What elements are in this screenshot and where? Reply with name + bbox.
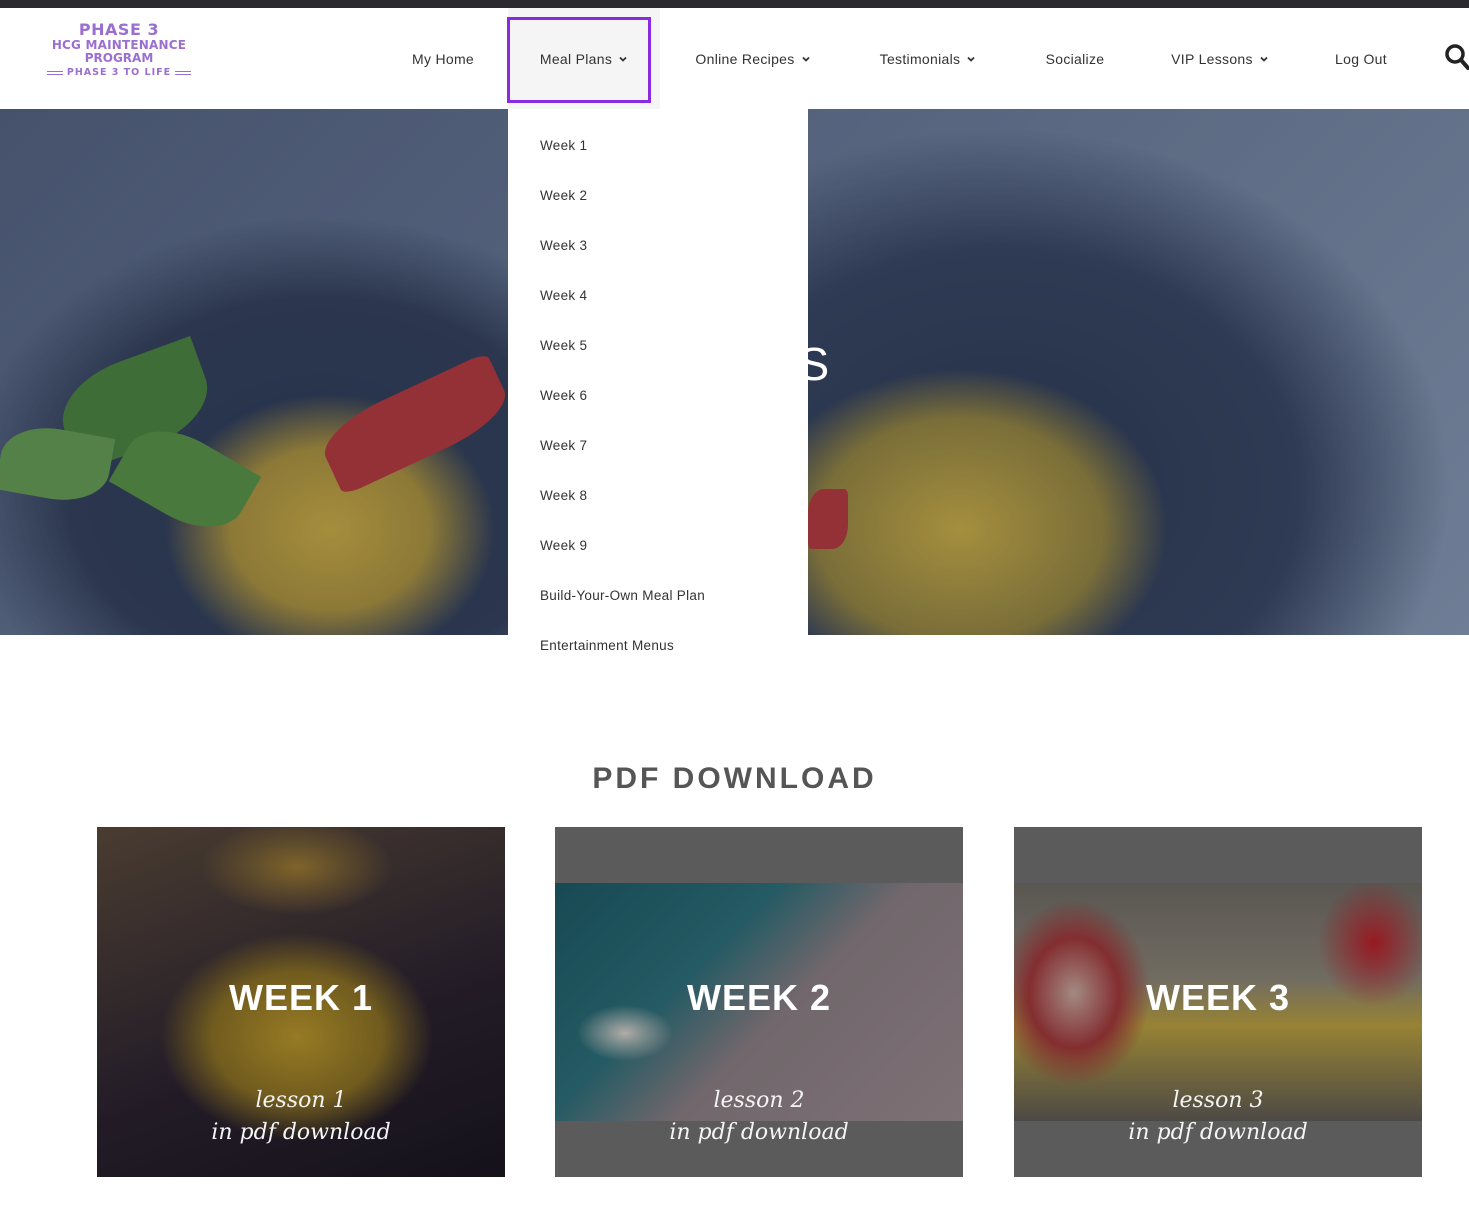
nav-label: Online Recipes bbox=[695, 50, 795, 67]
nav-label: VIP Lessons bbox=[1171, 50, 1253, 67]
nav-socialize[interactable]: Socialize bbox=[1030, 8, 1120, 109]
top-bar bbox=[0, 0, 1469, 8]
week-3-card[interactable]: WEEK 3 lesson 3 in pdf download bbox=[1014, 827, 1422, 1177]
card-lesson-text: lesson 3 in pdf download bbox=[1014, 1085, 1422, 1149]
card-week-title: WEEK 3 bbox=[1145, 977, 1291, 1018]
logo-line-2: HCG MAINTENANCE bbox=[51, 38, 187, 52]
week-2-card[interactable]: WEEK 2 lesson 2 in pdf download bbox=[555, 827, 963, 1177]
logo-line-1: PHASE 3 bbox=[78, 20, 160, 39]
week-1-card[interactable]: WEEK 1 lesson 1 in pdf download bbox=[97, 827, 505, 1177]
card-lesson-text: lesson 2 in pdf download bbox=[555, 1085, 963, 1149]
nav-my-home[interactable]: My Home bbox=[396, 8, 490, 109]
logo-tagline: PHASE 3 TO LIFE bbox=[44, 66, 194, 79]
dropdown-item-week-3[interactable]: Week 3 bbox=[540, 238, 587, 253]
dropdown-item-week-5[interactable]: Week 5 bbox=[540, 338, 587, 353]
dropdown-item-week-2[interactable]: Week 2 bbox=[540, 188, 587, 203]
nav-vip-lessons[interactable]: VIP Lessons bbox=[1156, 8, 1284, 109]
card-lesson-line-1: lesson 2 bbox=[713, 1088, 805, 1113]
dropdown-item-entertainment-menus[interactable]: Entertainment Menus bbox=[540, 638, 674, 653]
pdf-download-heading: PDF DOWNLOAD bbox=[592, 762, 877, 795]
logo-divider-right bbox=[175, 70, 192, 75]
nav-log-out[interactable]: Log Out bbox=[1320, 8, 1402, 109]
card-lesson-line-2: in pdf download bbox=[211, 1120, 391, 1145]
search-icon[interactable] bbox=[1444, 42, 1469, 72]
nav-online-recipes[interactable]: Online Recipes bbox=[680, 8, 826, 109]
chevron-down-icon bbox=[1260, 56, 1268, 62]
dropdown-item-week-4[interactable]: Week 4 bbox=[540, 288, 587, 303]
nav-label: Testimonials bbox=[879, 50, 961, 67]
nav-label: Log Out bbox=[1335, 50, 1387, 67]
dropdown-item-week-9[interactable]: Week 9 bbox=[540, 538, 587, 553]
logo-line-4: PHASE 3 TO LIFE bbox=[66, 67, 172, 78]
basil-leaf-image bbox=[0, 419, 116, 509]
dropdown-item-week-1[interactable]: Week 1 bbox=[540, 138, 587, 153]
card-lesson-line-2: in pdf download bbox=[1128, 1120, 1308, 1145]
logo-divider-left bbox=[46, 70, 63, 75]
card-week-title: WEEK 1 bbox=[228, 977, 374, 1018]
chevron-down-icon bbox=[967, 56, 975, 62]
card-lesson-line-1: lesson 3 bbox=[1172, 1088, 1264, 1113]
nav-testimonials[interactable]: Testimonials bbox=[862, 8, 994, 109]
site-logo[interactable]: PHASE 3 HCG MAINTENANCE PROGRAM PHASE 3 … bbox=[44, 22, 194, 79]
card-lesson-text: lesson 1 in pdf download bbox=[97, 1085, 505, 1149]
chevron-down-icon bbox=[801, 56, 810, 62]
nav-label: My Home bbox=[412, 50, 474, 67]
pepper-image bbox=[808, 489, 848, 549]
pepper-image bbox=[314, 352, 516, 496]
meal-plans-highlight bbox=[507, 17, 651, 103]
dropdown-item-build-your-own[interactable]: Build-Your-Own Meal Plan bbox=[540, 588, 705, 603]
card-week-title: WEEK 2 bbox=[686, 977, 832, 1018]
dropdown-item-week-6[interactable]: Week 6 bbox=[540, 388, 587, 403]
card-lesson-line-2: in pdf download bbox=[669, 1120, 849, 1145]
dropdown-item-week-7[interactable]: Week 7 bbox=[540, 438, 587, 453]
basil-leaf-image bbox=[49, 336, 221, 472]
nav-label: Socialize bbox=[1045, 50, 1105, 67]
basil-leaf-image bbox=[108, 411, 262, 547]
dropdown-item-week-8[interactable]: Week 8 bbox=[540, 488, 587, 503]
logo-line-3: PROGRAM bbox=[84, 51, 154, 65]
meal-plans-dropdown: Week 1 Week 2 Week 3 Week 4 Week 5 Week … bbox=[508, 109, 808, 685]
card-lesson-line-1: lesson 1 bbox=[255, 1088, 347, 1113]
